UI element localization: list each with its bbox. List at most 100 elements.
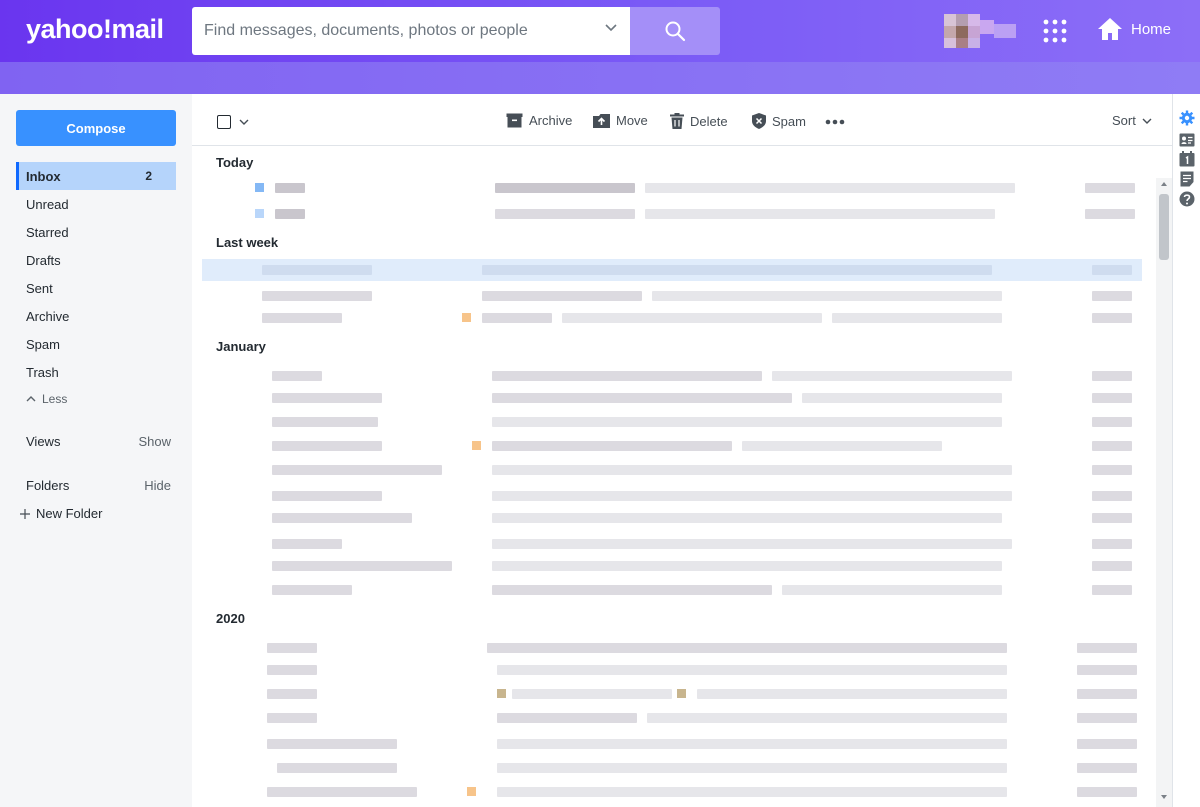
sidebar-item-archive[interactable]: Archive <box>16 302 176 330</box>
scroll-thumb[interactable] <box>1159 194 1169 260</box>
search-options-chevron-icon[interactable] <box>604 21 618 35</box>
search-box[interactable] <box>192 7 630 55</box>
notepad-icon[interactable] <box>1179 171 1195 187</box>
select-all-checkbox[interactable] <box>217 115 231 129</box>
message-row[interactable] <box>202 579 1142 601</box>
message-snippet <box>492 539 1012 549</box>
message-date <box>1077 665 1137 675</box>
scroll-up-arrow-icon[interactable] <box>1156 178 1172 190</box>
message-subject <box>492 585 772 595</box>
message-row[interactable] <box>202 387 1142 409</box>
help-icon[interactable] <box>1179 191 1195 207</box>
message-row[interactable] <box>202 757 1142 779</box>
message-row[interactable] <box>202 733 1142 755</box>
message-sender <box>267 665 317 675</box>
message-row[interactable] <box>202 307 1142 329</box>
message-row[interactable] <box>202 435 1142 457</box>
attachment-marker <box>677 689 686 698</box>
more-actions-icon[interactable] <box>825 119 845 125</box>
message-sender <box>262 313 342 323</box>
search-button[interactable] <box>630 7 720 55</box>
sidebar-item-sent[interactable]: Sent <box>16 274 176 302</box>
message-sender <box>275 183 305 193</box>
message-row[interactable] <box>202 485 1142 507</box>
sidebar-item-trash[interactable]: Trash <box>16 358 176 386</box>
unread-marker <box>255 183 264 192</box>
message-row[interactable] <box>202 203 1142 225</box>
message-date <box>1092 265 1132 275</box>
avatar[interactable] <box>944 14 1016 48</box>
message-row[interactable] <box>202 285 1142 307</box>
apps-grid-icon[interactable] <box>1043 19 1067 43</box>
message-date <box>1092 465 1132 475</box>
contacts-icon[interactable] <box>1179 132 1195 148</box>
select-options-chevron-icon[interactable] <box>238 116 250 128</box>
views-section-header: Views Show <box>26 434 171 449</box>
sort-button[interactable]: Sort <box>1112 113 1153 128</box>
message-row[interactable] <box>202 365 1142 387</box>
message-date <box>1077 713 1137 723</box>
message-row[interactable] <box>202 533 1142 555</box>
message-snippet <box>492 417 1002 427</box>
group-header-2020: 2020 <box>216 611 245 626</box>
message-snippet <box>742 441 942 451</box>
message-row[interactable] <box>202 177 1142 199</box>
message-snippet <box>497 665 1007 675</box>
sidebar-item-starred[interactable]: Starred <box>16 218 176 246</box>
archive-label: Archive <box>529 113 573 128</box>
views-show-toggle[interactable]: Show <box>138 434 171 449</box>
message-snippet <box>487 643 1007 653</box>
search-input[interactable] <box>204 22 584 40</box>
sidebar-item-inbox[interactable]: Inbox 2 <box>16 162 176 190</box>
compose-button[interactable]: Compose <box>16 110 176 146</box>
message-row[interactable] <box>202 411 1142 433</box>
message-row[interactable] <box>202 637 1142 659</box>
message-subject <box>492 441 732 451</box>
archive-icon <box>506 113 523 128</box>
archive-button[interactable]: Archive <box>506 113 572 128</box>
sidebar-item-label: Archive <box>26 308 70 324</box>
message-list-scrollbar[interactable] <box>1156 178 1172 807</box>
new-folder-button[interactable]: New Folder <box>20 506 102 521</box>
message-row[interactable] <box>202 507 1142 529</box>
message-sender <box>272 441 382 451</box>
message-row[interactable] <box>202 259 1142 281</box>
calendar-icon[interactable] <box>1179 151 1195 167</box>
message-sender <box>272 585 352 595</box>
views-label: Views <box>26 434 61 449</box>
move-button[interactable]: Move <box>593 113 648 128</box>
message-row[interactable] <box>202 781 1142 803</box>
folders-hide-toggle[interactable]: Hide <box>144 478 171 493</box>
message-date <box>1077 787 1137 797</box>
less-label: Less <box>42 392 68 406</box>
sidebar-item-unread[interactable]: Unread <box>16 190 176 218</box>
settings-gear-icon[interactable] <box>1179 110 1195 126</box>
spam-label: Spam <box>772 113 806 129</box>
message-row[interactable] <box>202 555 1142 577</box>
message-date <box>1085 183 1135 193</box>
scroll-down-arrow-icon[interactable] <box>1156 791 1172 803</box>
less-toggle[interactable]: Less <box>26 392 67 406</box>
message-row[interactable] <box>202 707 1142 729</box>
yahoo-mail-logo[interactable]: yahoo!mail <box>26 14 164 45</box>
message-subject <box>495 183 635 193</box>
sidebar-item-label: Sent <box>26 280 53 296</box>
sidebar-item-drafts[interactable]: Drafts <box>16 246 176 274</box>
message-date <box>1077 689 1137 699</box>
spam-button[interactable]: Spam <box>752 113 806 129</box>
message-sender <box>272 491 382 501</box>
sidebar-item-label: Unread <box>26 196 69 212</box>
message-date <box>1092 585 1132 595</box>
message-row[interactable] <box>202 683 1142 705</box>
message-sender <box>262 291 372 301</box>
message-sender <box>267 787 417 797</box>
flag-marker <box>472 441 481 450</box>
top-bar: yahoo!mail Home <box>0 0 1200 94</box>
message-sender <box>272 465 442 475</box>
message-row[interactable] <box>202 459 1142 481</box>
message-subject <box>492 393 792 403</box>
message-row[interactable] <box>202 659 1142 681</box>
delete-button[interactable]: Delete <box>670 113 728 129</box>
home-link[interactable]: Home <box>1097 17 1171 41</box>
sidebar-item-spam[interactable]: Spam <box>16 330 176 358</box>
